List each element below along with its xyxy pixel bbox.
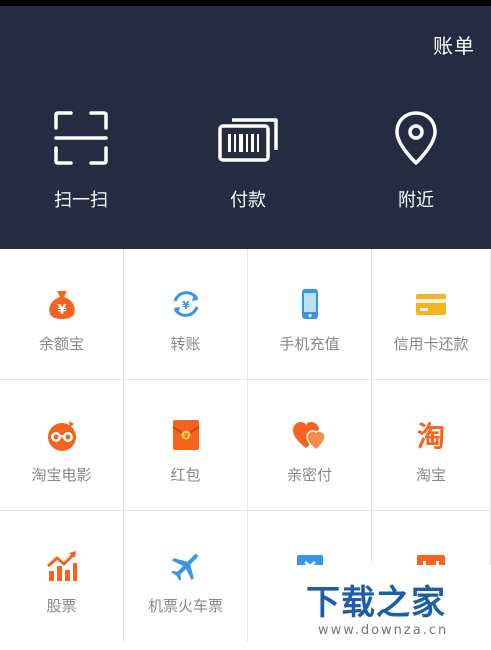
scan-label: 扫一扫: [54, 190, 108, 211]
service-label: 信用卡还款: [393, 335, 469, 353]
service-taobao-movie[interactable]: 淘宝电影: [0, 380, 124, 511]
movie-glasses-icon: [47, 421, 76, 451]
nearby-label: 附近: [398, 190, 434, 211]
service-transfer[interactable]: ¥ 转账: [124, 249, 248, 380]
yuebao-moneybag-icon: ¥: [48, 291, 75, 319]
svg-text:¥: ¥: [57, 303, 66, 318]
scan-button[interactable]: 扫一扫: [11, 110, 151, 212]
svg-text:¥: ¥: [183, 432, 188, 440]
red-envelope-icon: ¥: [171, 420, 200, 450]
service-intimate-pay[interactable]: 亲密付: [248, 380, 372, 511]
service-label: 红包: [170, 466, 201, 484]
scan-icon: [54, 111, 108, 165]
service-label: 转账: [170, 335, 201, 353]
service-credit-card[interactable]: 信用卡还款: [372, 249, 491, 380]
taobao-icon: 淘: [417, 420, 445, 452]
transfer-icon: ¥: [173, 291, 198, 317]
service-taobao[interactable]: 淘 淘宝: [372, 380, 491, 511]
service-red-envelope[interactable]: ¥ 红包: [124, 380, 248, 511]
site-watermark: 下载之家 www.downza.cn: [282, 565, 491, 650]
phone-icon: [301, 289, 318, 319]
header-panel: 账单 扫一扫 付款 附近: [0, 6, 491, 249]
service-label: 淘宝: [415, 466, 446, 484]
location-pin-icon: [395, 111, 437, 165]
service-label: 淘宝电影: [31, 466, 92, 484]
service-stock[interactable]: 股票: [0, 511, 124, 642]
nearby-button[interactable]: 附近: [346, 110, 486, 212]
service-label: 手机充值: [279, 335, 340, 353]
watermark-url: www.downza.cn: [318, 623, 449, 638]
credit-card-icon: [416, 294, 446, 315]
service-label: 股票: [46, 597, 77, 615]
payment-code-icon: [218, 118, 278, 162]
pay-label: 付款: [230, 190, 266, 211]
service-label: 机票火车票: [147, 597, 223, 615]
stock-chart-icon: [46, 551, 77, 581]
hearts-icon: [292, 422, 326, 451]
service-label: 余额宝: [38, 335, 84, 353]
watermark-title: 下载之家: [306, 583, 446, 623]
service-phone-recharge[interactable]: 手机充值: [248, 249, 372, 380]
airplane-icon: [170, 553, 198, 581]
service-yuebao[interactable]: ¥ 余额宝: [0, 249, 124, 380]
service-label: 亲密付: [286, 466, 332, 484]
svg-text:淘: 淘: [417, 420, 445, 452]
pay-button[interactable]: 付款: [178, 110, 318, 212]
svg-text:¥: ¥: [182, 299, 190, 312]
service-flight-train[interactable]: 机票火车票: [124, 511, 248, 642]
bill-button[interactable]: 账单: [433, 30, 475, 59]
